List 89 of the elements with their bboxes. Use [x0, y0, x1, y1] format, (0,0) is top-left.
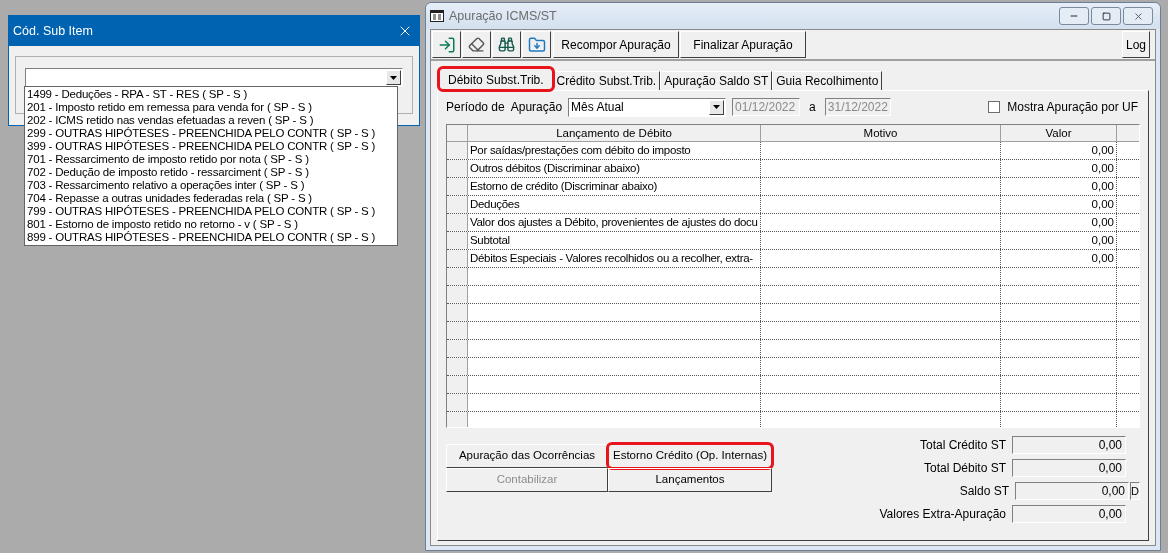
dropdown-option[interactable]: 201 - Imposto retido em remessa para venda for ( SP - S )	[25, 101, 397, 114]
table-cell: Valor dos ajustes a Débito, provenientes de ajustes do docu	[468, 214, 761, 231]
row-header-cell	[447, 286, 468, 303]
dropdown-option[interactable]: 299 - OUTRAS HIPÓTESES - PREENCHIDA PELO CONTR ( SP - S )	[25, 127, 397, 140]
row-header-cell	[447, 304, 468, 321]
folder-download-icon	[527, 35, 546, 54]
table-cell: Subtotal	[468, 232, 761, 249]
table-cell: 0,00	[1001, 250, 1117, 267]
eraser-icon	[468, 36, 485, 53]
window-title: Cód. Sub Item	[13, 22, 93, 40]
action-button[interactable]: Apuração das Ocorrências	[446, 444, 608, 468]
tab[interactable]: Guia Recolhimento	[772, 71, 883, 90]
minimize-button[interactable]	[1059, 7, 1089, 25]
close-button[interactable]	[1123, 7, 1153, 25]
total-field: 0,00	[1012, 436, 1126, 454]
row-header-cell	[447, 196, 468, 213]
toolbar-button[interactable]: Recompor Apuração	[553, 31, 679, 58]
caret-icon	[713, 105, 721, 109]
binoculars-icon	[498, 36, 515, 53]
table-cell: Estorno de crédito (Discriminar abaixo)	[468, 178, 761, 195]
table-cell: 0,00	[1001, 160, 1117, 177]
table-cell: 0,00	[1001, 232, 1117, 249]
total-field: 0,00	[1012, 459, 1126, 477]
dropdown-button[interactable]	[709, 99, 725, 115]
caret-icon	[390, 75, 397, 80]
total-label: Saldo ST	[959, 483, 1009, 500]
dropdown-option[interactable]: 399 - OUTRAS HIPÓTESES - PREENCHIDA PELO CONTR ( SP - S )	[25, 140, 397, 153]
checkbox[interactable]	[988, 101, 1001, 113]
dropdown-option[interactable]: 702 - Dedução de imposto retido - ressarciment ( SP - S )	[25, 166, 397, 179]
flag-field: D	[1130, 482, 1140, 500]
maximize-icon	[1101, 11, 1111, 21]
exit-button[interactable]	[432, 31, 461, 58]
table-cell: 0,00	[1001, 178, 1117, 195]
row-header-cell	[447, 160, 468, 177]
table-cell: Débitos Especiais - Valores recolhidos ou a recolher, extra-	[468, 250, 761, 267]
total-field: 0,00	[1012, 505, 1126, 523]
row-header-cell	[447, 376, 468, 393]
app-icon	[430, 10, 444, 22]
action-button[interactable]: Estorno Crédito (Op. Internas)	[608, 444, 772, 468]
dropdown-option[interactable]: 703 - Ressarcimento relativo a operações inter ( SP - S )	[25, 179, 397, 192]
eraser-button[interactable]	[462, 31, 491, 58]
dropdown-option[interactable]: 701 - Ressarcimento de imposto retido por nota ( SP - S )	[25, 153, 397, 166]
dropdown-option[interactable]: 704 - Repasse a outras unidades federadas rela ( SP - S )	[25, 192, 397, 205]
row-header-cell	[447, 322, 468, 339]
row-header-cell	[447, 358, 468, 375]
column-header: Valor	[1001, 125, 1117, 141]
import-button[interactable]	[522, 31, 551, 58]
row-header-cell	[447, 268, 468, 285]
close-icon	[1132, 10, 1144, 22]
row-header-cell	[447, 214, 468, 231]
action-button[interactable]: Lançamentos	[608, 468, 772, 492]
dropdown-option[interactable]: 1499 - Deduções - RPA - ST - RES ( SP - S )	[25, 88, 397, 101]
row-header-cell	[447, 412, 468, 427]
log-button[interactable]: Log	[1122, 31, 1150, 58]
dropdown-option[interactable]: 202 - ICMS retido nas vendas efetuadas a reven ( SP - S )	[25, 114, 397, 127]
table-cell: Por saídas/prestações com débito do imposto	[468, 142, 761, 159]
separator-label: a	[809, 99, 816, 116]
row-header-cell	[447, 250, 468, 267]
table-cell: 0,00	[1001, 196, 1117, 213]
dropdown-option[interactable]: 899 - OUTRAS HIPÓTESES - PREENCHIDA PELO CONTR ( SP - S )	[25, 231, 397, 244]
row-header-cell	[447, 394, 468, 411]
door-arrow-icon	[437, 35, 456, 54]
toolbar-button[interactable]: Finalizar Apuração	[680, 31, 806, 58]
tab[interactable]: Apuração Saldo ST	[660, 71, 773, 90]
period-label: Período de Apuração	[446, 99, 563, 116]
table-cell: 0,00	[1001, 142, 1117, 159]
total-label: Valores Extra-Apuração	[879, 506, 1006, 523]
table-cell: Deduções	[468, 196, 761, 213]
dropdown-option[interactable]: 799 - OUTRAS HIPÓTESES - PREENCHIDA PELO CONTR ( SP - S )	[25, 205, 397, 218]
dropdown-button[interactable]	[386, 70, 401, 85]
row-header-cell	[447, 340, 468, 357]
checkbox-label: Mostra Apuração por UF	[1007, 99, 1138, 116]
column-header: Lançamento de Débito	[468, 125, 761, 141]
dropdown-option[interactable]: 801 - Estorno de imposto retido no retorno - v ( SP - S )	[25, 218, 397, 231]
total-label: Total Crédito ST	[919, 437, 1006, 454]
table-cell: 0,00	[1001, 214, 1117, 231]
tab[interactable]: Débito Subst.Trib.	[439, 68, 553, 90]
window-title: Apuração ICMS/ST	[449, 7, 557, 25]
total-field: 0,00	[1015, 482, 1129, 500]
tab[interactable]: Crédito Subst.Trib.	[552, 71, 661, 90]
table-cell: Outros débitos (Discriminar abaixo)	[468, 160, 761, 177]
column-header: Motivo	[761, 125, 1001, 141]
maximize-button[interactable]	[1091, 7, 1121, 25]
total-label: Total Débito ST	[923, 460, 1006, 477]
row-header-cell	[447, 232, 468, 249]
combo-box[interactable]	[25, 68, 403, 87]
search-button[interactable]	[492, 31, 521, 58]
period-select[interactable]: Mês Atual	[568, 97, 727, 117]
row-header-cell	[447, 178, 468, 195]
